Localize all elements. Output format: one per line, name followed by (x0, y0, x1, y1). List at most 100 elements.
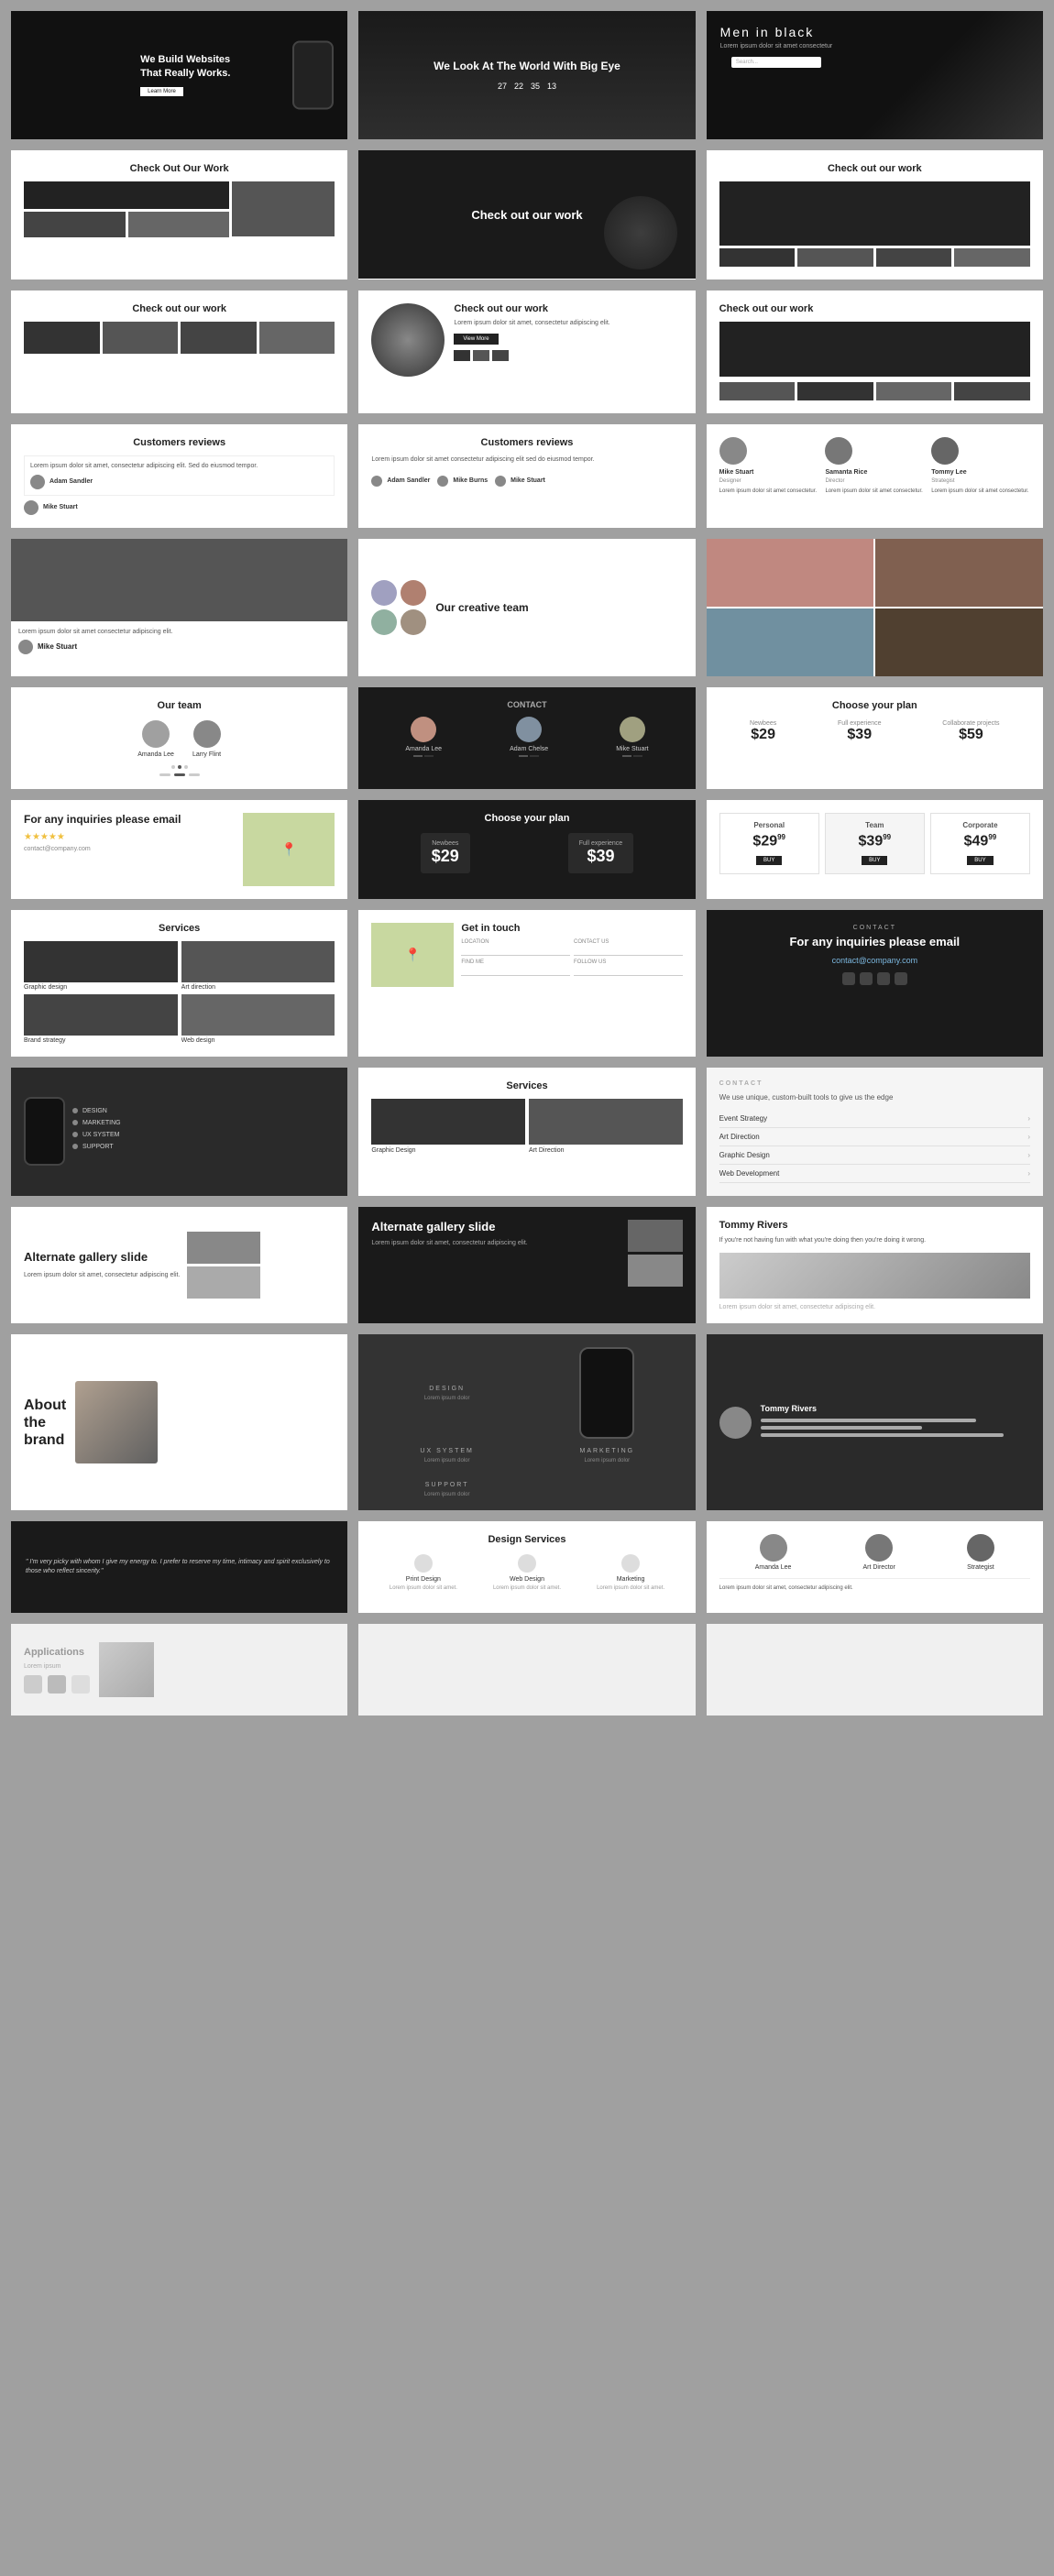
alt-gallery2-heading: Alternate gallery slide (371, 1220, 620, 1233)
dark-team-name3: Mike Stuart (616, 746, 648, 752)
alt-gallery1-heading: Alternate gallery slide (24, 1250, 180, 1266)
our-team-card: Our team Amanda Lee Larry Flint (11, 687, 347, 789)
person-mike-name: Mike Stuart (38, 642, 77, 651)
plan3-label: Collaborate projects (942, 720, 999, 727)
design-service-1: Print Design (390, 1576, 457, 1583)
reviews-card-2: Customers reviews Lorem ipsum dolor sit … (358, 424, 695, 528)
pricing-col3-title: Corporate (939, 821, 1022, 829)
service3-label: Brand strategy (24, 1037, 178, 1044)
design-services-card: Design Services Print Design Lorem ipsum… (358, 1521, 695, 1613)
pricing-col1-price: 29 (761, 833, 777, 849)
tools-card: CONTACT We use unique, custom-built tool… (707, 1068, 1043, 1196)
reviewer-2: Mike Stuart (43, 504, 78, 510)
quote-text: " I'm very picky with whom I give my ene… (26, 1558, 333, 1577)
tool-arrow-2: › (1027, 1133, 1030, 1141)
dark-contact-heading: For any inquiries please email (721, 935, 1028, 948)
reviewer-col-1: Adam Sandler (387, 477, 430, 484)
design-service-icon-2 (518, 1554, 536, 1573)
design-service-icon-1 (414, 1554, 433, 1573)
dark-contact-email[interactable]: contact@company.com (721, 956, 1028, 965)
pricing-col1-title: Personal (728, 821, 811, 829)
hero3-title: Men in black (720, 25, 833, 39)
tools-heading: We use unique, custom-built tools to giv… (719, 1092, 1030, 1102)
photo-grid-card (707, 539, 1043, 676)
alt-gallery2-body: Lorem ipsum dolor sit amet, consectetur … (371, 1239, 620, 1248)
work-heading-4: Check out our work (24, 303, 335, 314)
search-placeholder: Search... (736, 60, 758, 65)
plan3-price: $59 (942, 727, 999, 743)
team-member-2: Larry Flint (192, 751, 221, 758)
tool-arrow-1: › (1027, 1114, 1030, 1123)
reviewer-1: Adam Sandler (49, 477, 93, 487)
pricing-col1-btn[interactable]: BUY (756, 856, 782, 865)
dark-contact-card: CONTACT For any inquiries please email c… (707, 910, 1043, 1057)
empty-card-2 (707, 1624, 1043, 1716)
our-team-heading: Our team (24, 700, 335, 711)
pricing-col3-btn[interactable]: BUY (967, 856, 993, 865)
about-heading: About the brand (24, 1397, 66, 1450)
tommy-heading: Tommy Rivers (719, 1220, 1030, 1231)
reviewer-col-3: Mike Stuart (511, 477, 545, 484)
design-service-3: Marketing (597, 1576, 664, 1583)
map-pin-icon: 📍 (281, 841, 297, 857)
get-in-touch-map-pin: 📍 (405, 947, 421, 962)
design-service-icon-3 (621, 1554, 640, 1573)
team-member-1: Amanda Lee (137, 751, 174, 758)
tommy-reviews-card: Amanda Lee Art Director Strategist Lorem… (707, 1521, 1043, 1613)
services-heading-2: Services (371, 1080, 682, 1091)
work-card-3: Check out our work (707, 150, 1043, 280)
inquiry-stars: ★★★★★ (24, 832, 236, 842)
app-icon-3 (71, 1675, 90, 1694)
dark-plan1-price: $29 (432, 847, 459, 866)
tommy-dark-avatar (719, 1407, 752, 1439)
dark-plan2-label: Full experience (579, 840, 622, 847)
services-card-2: Services Graphic Design Art Direction (358, 1068, 695, 1196)
phone-icon (24, 1097, 65, 1166)
pricing-col2-btn[interactable]: BUY (862, 856, 887, 865)
get-in-touch-card: 📍 Get in touch LOCATION CONTACT US FIND … (358, 910, 695, 1057)
dark-apps-label4: SUPPORT (371, 1482, 522, 1488)
hero1-cta[interactable]: Learn More (140, 87, 183, 96)
pricing-col2-title: Team (833, 821, 917, 829)
work-card-1: Check Out Our Work (11, 150, 347, 280)
dark-apps-label1: DESIGN (371, 1386, 522, 1392)
pricing-dark-heading: Choose your plan (371, 813, 682, 824)
service1-label: Graphic design (24, 984, 178, 991)
service4-label: Web design (181, 1037, 335, 1044)
tool-4: Web Development (719, 1169, 780, 1178)
work-heading-6: Check out our work (719, 303, 1030, 314)
pricing-table-card: Personal $2999 BUY Team $3999 BUY Corpor… (707, 800, 1043, 899)
tommy-rivers-card: Tommy Rivers If you're not having fun wi… (707, 1207, 1043, 1324)
reviews3-name3: Tommy Lee (931, 468, 1030, 477)
services-card-1: Services Graphic design Art direction Br… (11, 910, 347, 1057)
feature-dot-2 (72, 1120, 78, 1125)
work-heading-3: Check out our work (719, 163, 1030, 174)
tools-subtitle: CONTACT (719, 1080, 1030, 1087)
work-btn-5[interactable]: View More (454, 334, 498, 345)
app-feature-2: MARKETING (82, 1120, 121, 1126)
dark-plan2-price: $39 (579, 847, 622, 866)
dark-team-name2: Adam Chelse (510, 746, 548, 752)
hero1-title: We Build Websites That Really Works. (140, 53, 232, 82)
alt-gallery-dark: Alternate gallery slide Lorem ipsum dolo… (358, 1207, 695, 1324)
work-heading-2: Check out our work (471, 208, 582, 222)
app-feature-4: SUPPORT (82, 1144, 114, 1150)
plan1-price: $29 (750, 727, 776, 743)
dark-phone-icon (579, 1347, 634, 1439)
app-feature-3: UX SYSTEM (82, 1132, 119, 1138)
applications-card: Applications Lorem ipsum (11, 1624, 347, 1716)
design-service-2: Web Design (493, 1576, 561, 1583)
app-feature-1: DESIGN (82, 1108, 107, 1114)
feature-dot-1 (72, 1108, 78, 1113)
pricing-heading: Choose your plan (719, 700, 1030, 711)
services-heading-1: Services (24, 923, 335, 934)
applications-subtext: Lorem ipsum (24, 1663, 90, 1670)
tommy-subtext: Lorem ipsum dolor sit amet, consectetur … (719, 1304, 1030, 1310)
hero2-title: We Look At The World With Big Eye (434, 60, 620, 74)
plan2-label: Full experience (838, 720, 881, 727)
reviews-heading-1: Customers reviews (24, 437, 335, 448)
hero-card-3: Men in black Lorem ipsum dolor sit amet … (707, 11, 1043, 139)
app-card: DESIGN MARKETING UX SYSTEM SUPPORT (11, 1068, 347, 1196)
reviewer-col-2: Mike Burns (453, 477, 488, 484)
pricing-card-dark: Choose your plan Newbees $29 Full experi… (358, 800, 695, 899)
